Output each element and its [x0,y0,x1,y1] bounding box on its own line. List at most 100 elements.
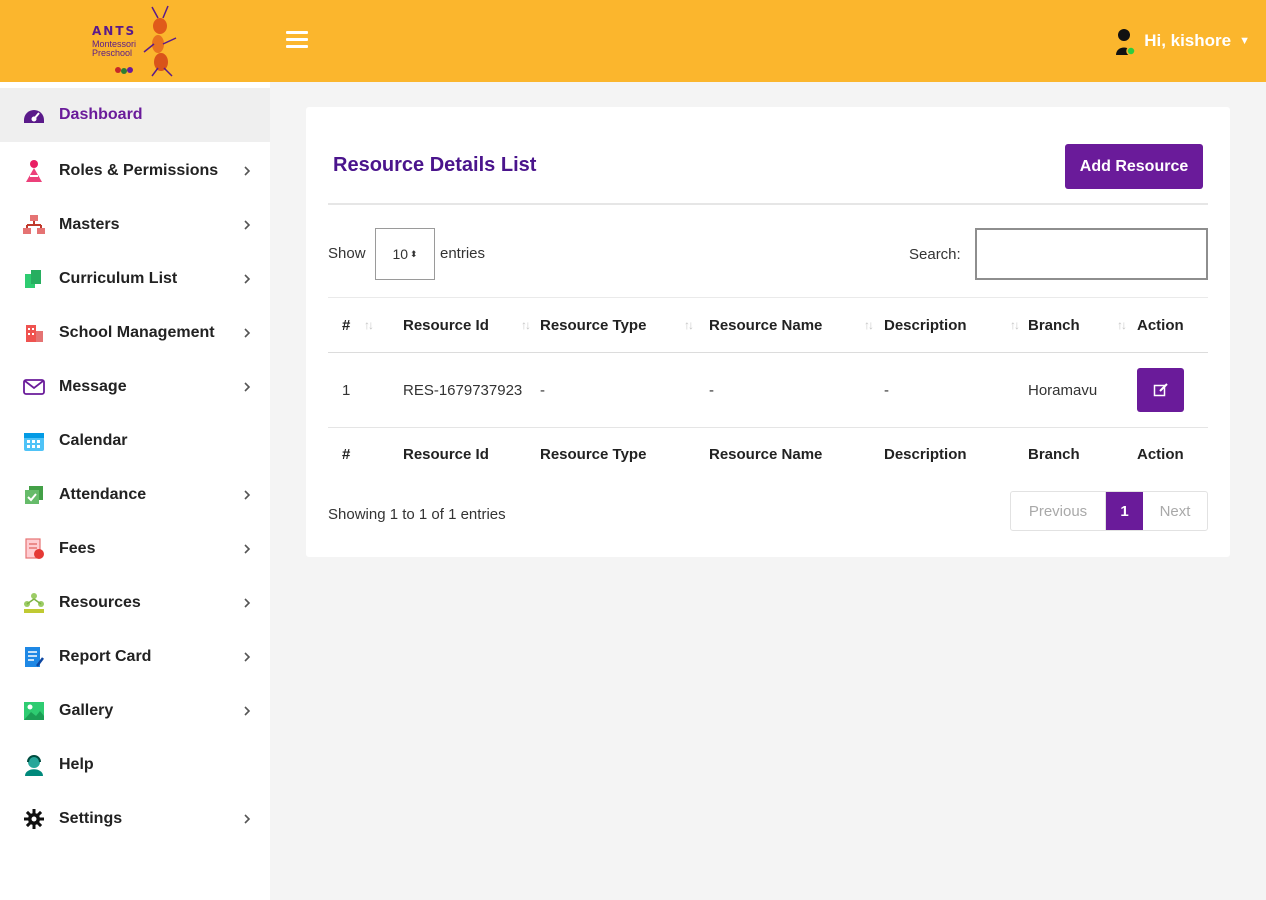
footer-branch: Branch [1028,446,1080,464]
length-suffix: entries [440,245,486,262]
sidebar-item-dashboard[interactable]: Dashboard [0,88,270,142]
column-header-branch[interactable]: Branch ↑↓ [1028,297,1137,353]
gallery-icon [22,699,46,723]
footer-action: Action [1137,446,1184,464]
resource-table: # ↑↓ Resource Id ↑↓ Resource Type ↑↓ Resour… [328,297,1208,482]
pagination-next[interactable]: Next [1143,492,1207,530]
logo-title: ANTS [92,24,137,38]
hamburger-icon [286,31,308,34]
sidebar-item-masters[interactable]: Masters [0,198,270,252]
school-icon [22,321,46,345]
pagination: Previous 1 Next [1010,491,1208,531]
ants-logo[interactable]: ANTS Montessori Preschool [86,4,186,78]
footer-resource-name: Resource Name [709,446,823,464]
cell-description: - [884,352,1028,428]
sidebar-item-label: Settings [59,810,123,827]
top-header: ANTS Montessori Preschool Hi, kishore ▼ [0,0,1266,82]
chevron-right-icon [244,166,251,176]
chevron-right-icon [244,544,251,554]
sidebar-item-curriculum-list[interactable]: Curriculum List [0,252,270,306]
cell-action [1137,352,1208,428]
resource-list-card: Resource Details List Add Resource Show … [306,107,1230,557]
sidebar-item-label: Masters [59,216,120,233]
edit-icon [1153,383,1168,397]
sidebar-item-report-card[interactable]: Report Card [0,630,270,684]
select-arrows-icon: ⬍ [410,248,418,259]
sort-icon: ↑↓ [1117,318,1127,332]
footer-number: # [342,446,351,464]
logo-subtitle: Montessori Preschool [92,39,137,58]
search-label: Search: [909,246,961,263]
sidebar-item-fees[interactable]: Fees [0,522,270,576]
sidebar-item-label: Curriculum List [59,270,178,287]
sidebar-item-label: Attendance [59,486,147,503]
calendar-icon [22,429,46,453]
sidebar-item-label: Message [59,378,127,395]
sidebar-item-resources[interactable]: Resources [0,576,270,630]
curriculum-icon [22,267,46,291]
cell-number: 1 [328,352,381,428]
attendance-icon [22,483,46,507]
cell-branch: Horamavu [1028,352,1137,428]
sidebar-item-label: Fees [59,540,96,557]
sidebar-item-label: Gallery [59,702,114,719]
table-row: 1 RES-1679737923 - - - Horamavu [328,352,1208,428]
sidebar-item-label: School Management [59,324,215,341]
fees-icon [22,537,46,561]
divider [328,203,1208,205]
sidebar-item-message[interactable]: Message [0,360,270,414]
pagination-previous[interactable]: Previous [1011,492,1106,530]
add-resource-button[interactable]: Add Resource [1065,144,1203,189]
column-header-resource-id[interactable]: Resource Id ↑↓ [381,297,538,353]
sidebar-item-school-management[interactable]: School Management [0,306,270,360]
sidebar-item-calendar[interactable]: Calendar [0,414,270,468]
gear-icon [22,807,46,831]
chevron-right-icon [244,814,251,824]
column-header-description[interactable]: Description ↑↓ [884,297,1028,353]
sidebar-item-gallery[interactable]: Gallery [0,684,270,738]
chevron-right-icon [244,382,251,392]
chevron-right-icon [244,652,251,662]
chevron-right-icon [244,490,251,500]
edit-button[interactable] [1137,368,1184,412]
sidebar-item-label: Resources [59,594,141,611]
entries-per-page-select[interactable]: 10 ⬍ [375,228,435,280]
sidebar-item-help[interactable]: Help [0,738,270,792]
cell-resource-id: RES-1679737923 [381,352,538,428]
sidebar-item-label: Report Card [59,648,152,665]
table-footer-row: # Resource Id Resource Type Resource Nam… [328,428,1208,482]
chevron-right-icon [244,328,251,338]
menu-toggle-button[interactable] [286,31,308,51]
sort-icon: ↑↓ [864,318,874,332]
sidebar-item-attendance[interactable]: Attendance [0,468,270,522]
chevron-right-icon [244,598,251,608]
report-card-icon [22,645,46,669]
entries-select-value: 10 [392,246,409,262]
table-header-row: # ↑↓ Resource Id ↑↓ Resource Type ↑↓ Resour… [328,297,1208,353]
sidebar-item-roles-permissions[interactable]: Roles & Permissions [0,144,270,198]
sidebar-item-label: Calendar [59,432,128,449]
length-prefix: Show [328,245,366,262]
sort-icon: ↑↓ [521,318,531,332]
footer-resource-type: Resource Type [540,446,647,464]
sidebar-item-label: Help [59,756,94,773]
sidebar-item-settings[interactable]: Settings [0,792,270,846]
column-header-resource-type[interactable]: Resource Type ↑↓ [538,297,707,353]
search-input[interactable] [975,228,1208,280]
column-header-resource-name[interactable]: Resource Name ↑↓ [707,297,884,353]
column-header-number[interactable]: # ↑↓ [328,297,381,353]
masters-icon [22,213,46,237]
user-greeting: Hi, kishore [1144,31,1232,50]
sidebar: Dashboard Roles & Permissions Masters Cu… [0,82,270,900]
cell-resource-name: - [707,352,884,428]
user-menu[interactable]: Hi, kishore ▼ [1114,26,1250,56]
pagination-page[interactable]: 1 [1106,492,1143,530]
sort-icon: ↑↓ [684,318,694,332]
cell-resource-type: - [538,352,707,428]
help-icon [22,753,46,777]
envelope-icon [22,375,46,399]
sort-icon: ↑↓ [364,318,374,332]
table-info: Showing 1 to 1 of 1 entries [328,506,506,523]
resources-icon [22,591,46,615]
caret-down-icon: ▼ [1239,35,1250,47]
